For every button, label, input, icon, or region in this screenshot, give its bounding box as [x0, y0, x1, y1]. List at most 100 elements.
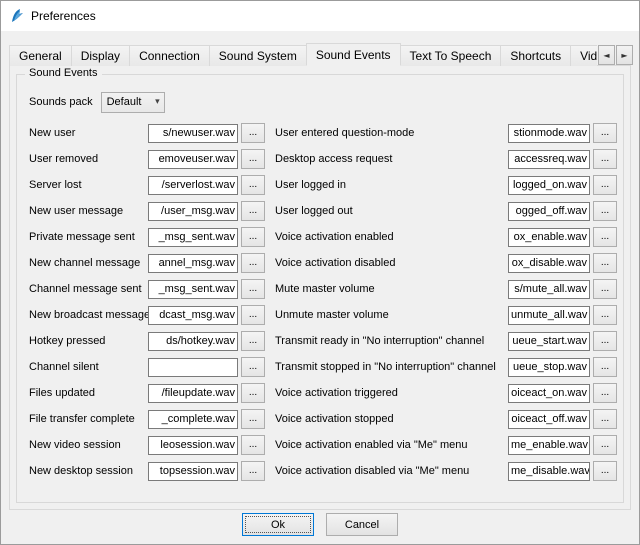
sound-file-input[interactable]: _msg_sent.wav: [148, 280, 238, 299]
browse-button[interactable]: ...: [241, 123, 265, 143]
sound-event-row: Transmit stopped in "No interruption" ch…: [275, 354, 617, 380]
tab-sound-system[interactable]: Sound System: [209, 45, 307, 66]
sound-event-row: Channel silent ...: [29, 354, 265, 380]
browse-button[interactable]: ...: [593, 409, 617, 429]
browse-button[interactable]: ...: [593, 331, 617, 351]
sound-file-input[interactable]: ogged_off.wav: [508, 202, 590, 221]
sound-event-row: Transmit ready in "No interruption" chan…: [275, 328, 617, 354]
browse-button[interactable]: ...: [593, 461, 617, 481]
tab-display[interactable]: Display: [71, 45, 130, 66]
browse-button[interactable]: ...: [241, 357, 265, 377]
browse-button[interactable]: ...: [593, 175, 617, 195]
sound-file-input[interactable]: ds/hotkey.wav: [148, 332, 238, 351]
sound-event-columns: New user s/newuser.wav ... User removed …: [29, 120, 617, 484]
browse-button[interactable]: ...: [593, 253, 617, 273]
browse-button[interactable]: ...: [241, 305, 265, 325]
sound-file-input[interactable]: ox_disable.wav: [508, 254, 590, 273]
cancel-button[interactable]: Cancel: [326, 513, 398, 536]
sound-event-label: Channel silent: [29, 361, 148, 373]
sound-file-input[interactable]: oiceact_on.wav: [508, 384, 590, 403]
sound-event-row: New user message /user_msg.wav ...: [29, 198, 265, 224]
sound-event-label: Voice activation stopped: [275, 413, 508, 425]
sound-file-input[interactable]: emoveuser.wav: [148, 150, 238, 169]
tab-label: General: [19, 49, 62, 63]
browse-button[interactable]: ...: [593, 435, 617, 455]
sound-file-input[interactable]: ueue_stop.wav: [508, 358, 590, 377]
sound-event-label: Unmute master volume: [275, 309, 508, 321]
browse-button[interactable]: ...: [241, 175, 265, 195]
sound-file-input[interactable]: me_enable.wav: [508, 436, 590, 455]
browse-button[interactable]: ...: [593, 357, 617, 377]
footer: Ok Cancel: [1, 513, 639, 536]
sound-file-input[interactable]: ueue_start.wav: [508, 332, 590, 351]
sound-file-input[interactable]: /user_msg.wav: [148, 202, 238, 221]
ok-button[interactable]: Ok: [242, 513, 314, 536]
browse-button[interactable]: ...: [241, 461, 265, 481]
dialog-body: General Display Connection Sound System …: [1, 31, 639, 544]
browse-button[interactable]: ...: [593, 383, 617, 403]
sound-event-label: File transfer complete: [29, 413, 148, 425]
tab-general[interactable]: General: [9, 45, 72, 66]
browse-button[interactable]: ...: [241, 331, 265, 351]
sound-event-row: Voice activation triggered oiceact_on.wa…: [275, 380, 617, 406]
sound-event-row: File transfer complete _complete.wav ...: [29, 406, 265, 432]
sound-file-input[interactable]: leosession.wav: [148, 436, 238, 455]
browse-button[interactable]: ...: [593, 123, 617, 143]
sound-file-input[interactable]: dcast_msg.wav: [148, 306, 238, 325]
browse-button[interactable]: ...: [241, 149, 265, 169]
tab-sound-events[interactable]: Sound Events: [306, 43, 401, 66]
sound-file-input[interactable]: /fileupdate.wav: [148, 384, 238, 403]
tab-scroll-right-button[interactable]: ►: [616, 45, 633, 65]
browse-button[interactable]: ...: [241, 279, 265, 299]
sound-file-input[interactable]: unmute_all.wav: [508, 306, 590, 325]
tab-text-to-speech[interactable]: Text To Speech: [400, 45, 502, 66]
sound-file-input[interactable]: _msg_sent.wav: [148, 228, 238, 247]
browse-button[interactable]: ...: [241, 253, 265, 273]
sound-file-input[interactable]: ox_enable.wav: [508, 228, 590, 247]
sound-event-label: Desktop access request: [275, 153, 508, 165]
tab-connection[interactable]: Connection: [129, 45, 210, 66]
sound-event-label: New broadcast message: [29, 309, 148, 321]
sound-event-row: Files updated /fileupdate.wav ...: [29, 380, 265, 406]
browse-button[interactable]: ...: [593, 305, 617, 325]
sound-file-input[interactable]: s/newuser.wav: [148, 124, 238, 143]
browse-button[interactable]: ...: [241, 435, 265, 455]
sound-file-input[interactable]: logged_on.wav: [508, 176, 590, 195]
sound-file-input[interactable]: [148, 358, 238, 377]
browse-button[interactable]: ...: [593, 201, 617, 221]
sound-event-label: Transmit stopped in "No interruption" ch…: [275, 361, 508, 373]
browse-button[interactable]: ...: [593, 149, 617, 169]
sound-file-input[interactable]: s/mute_all.wav: [508, 280, 590, 299]
browse-button[interactable]: ...: [241, 409, 265, 429]
sound-event-row: Voice activation enabled ox_enable.wav .…: [275, 224, 617, 250]
sound-file-input[interactable]: oiceact_off.wav: [508, 410, 590, 429]
tab-label: Connection: [139, 49, 200, 63]
sound-file-input[interactable]: _complete.wav: [148, 410, 238, 429]
sound-file-input[interactable]: annel_msg.wav: [148, 254, 238, 273]
browse-button[interactable]: ...: [593, 227, 617, 247]
tab-scroll-left-button[interactable]: ◄: [598, 45, 615, 65]
sound-file-input[interactable]: topsession.wav: [148, 462, 238, 481]
sound-event-row: New desktop session topsession.wav ...: [29, 458, 265, 484]
sounds-pack-select[interactable]: Default ▾: [101, 92, 165, 113]
window-title: Preferences: [31, 9, 96, 23]
sound-event-label: User removed: [29, 153, 148, 165]
titlebar: Preferences: [1, 1, 639, 31]
browse-button[interactable]: ...: [241, 383, 265, 403]
sound-event-label: Voice activation disabled via "Me" menu: [275, 465, 508, 477]
tab-label: Shortcuts: [510, 49, 561, 63]
sound-file-input[interactable]: stionmode.wav: [508, 124, 590, 143]
sound-event-row: Channel message sent _msg_sent.wav ...: [29, 276, 265, 302]
sound-event-label: Transmit ready in "No interruption" chan…: [275, 335, 508, 347]
browse-button[interactable]: ...: [241, 201, 265, 221]
app-icon: [9, 8, 25, 24]
sound-file-input[interactable]: me_disable.wav: [508, 462, 590, 481]
browse-button[interactable]: ...: [593, 279, 617, 299]
browse-button[interactable]: ...: [241, 227, 265, 247]
sound-event-row: Voice activation disabled via "Me" menu …: [275, 458, 617, 484]
tab-shortcuts[interactable]: Shortcuts: [500, 45, 571, 66]
sound-file-input[interactable]: accessreq.wav: [508, 150, 590, 169]
sound-event-row: New channel message annel_msg.wav ...: [29, 250, 265, 276]
tab-video[interactable]: Video: [570, 45, 597, 66]
sound-file-input[interactable]: /serverlost.wav: [148, 176, 238, 195]
